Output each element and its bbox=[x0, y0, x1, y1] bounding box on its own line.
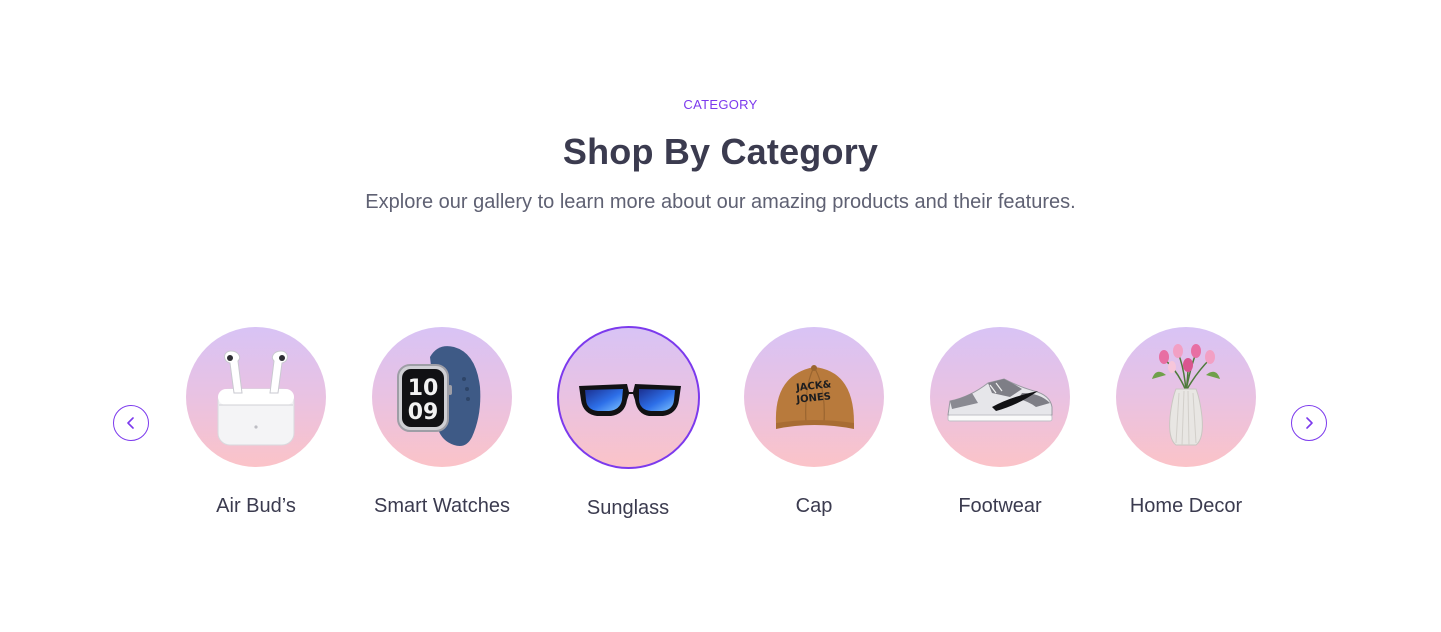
category-item-sunglass[interactable]: Sunglass bbox=[538, 326, 718, 520]
cap-image: JACK& JONES bbox=[775, 365, 854, 429]
category-image-circle[interactable] bbox=[930, 327, 1070, 467]
category-item-smart-watches[interactable]: 10 09 Smart Watches bbox=[352, 327, 532, 518]
svg-text:10: 10 bbox=[408, 376, 439, 401]
category-image-circle[interactable]: 10 09 bbox=[372, 327, 512, 467]
category-item-footwear[interactable]: Footwear bbox=[910, 327, 1090, 518]
category-image-circle[interactable]: JACK& JONES bbox=[744, 327, 884, 467]
carousel-prev-button[interactable] bbox=[113, 405, 149, 441]
section-subtitle: Explore our gallery to learn more about … bbox=[365, 191, 1076, 213]
section-title: Shop By Category bbox=[562, 131, 879, 172]
category-eyebrow: CATEGORY bbox=[683, 97, 758, 112]
category-label: Cap bbox=[795, 495, 833, 517]
category-label: Smart Watches bbox=[374, 495, 510, 517]
category-item-cap[interactable]: JACK& JONES Cap bbox=[724, 327, 904, 518]
carousel-next-button[interactable] bbox=[1291, 405, 1327, 441]
category-image-circle[interactable] bbox=[186, 327, 326, 467]
sunglasses-image bbox=[578, 384, 681, 416]
vase-image bbox=[1152, 344, 1220, 446]
category-label: Home Decor bbox=[1129, 495, 1243, 517]
category-label: Air Bud’s bbox=[216, 495, 296, 517]
earbuds-image bbox=[217, 350, 295, 446]
category-item-air-buds[interactable]: Air Bud’s bbox=[166, 327, 346, 518]
smartwatch-image: 10 09 bbox=[397, 346, 481, 446]
category-item-home-decor[interactable]: Home Decor bbox=[1096, 327, 1276, 518]
category-image-circle[interactable] bbox=[1116, 327, 1256, 467]
category-image-circle-active[interactable] bbox=[556, 326, 700, 469]
category-label: Sunglass bbox=[586, 497, 670, 519]
chevron-right-icon bbox=[1306, 417, 1313, 429]
svg-text:09: 09 bbox=[408, 400, 439, 425]
chevron-left-icon bbox=[127, 417, 134, 429]
sneaker-image bbox=[947, 378, 1053, 422]
category-label: Footwear bbox=[958, 495, 1042, 517]
